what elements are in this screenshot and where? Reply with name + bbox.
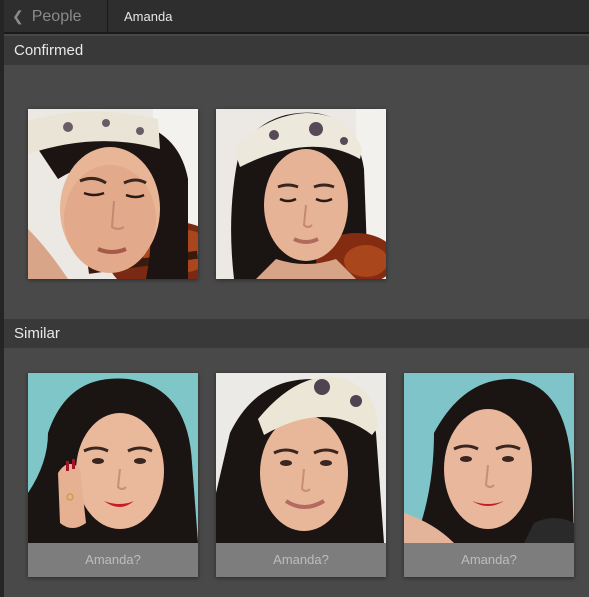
suggested-name-button[interactable]: Amanda? xyxy=(216,543,386,577)
similar-photo-3[interactable]: Amanda? xyxy=(404,373,574,577)
face-thumbnail-image xyxy=(216,109,386,279)
top-bar: ❮ People Amanda xyxy=(4,0,589,34)
suggested-name-button[interactable]: Amanda? xyxy=(28,543,198,577)
section-title-similar: Similar xyxy=(14,325,60,342)
section-header-similar: Similar xyxy=(4,319,589,348)
face-thumbnail-image xyxy=(404,373,574,543)
face-thumbnail-image xyxy=(28,109,198,279)
face-thumbnail-image xyxy=(216,373,386,543)
similar-photo-1[interactable]: Amanda? xyxy=(28,373,198,577)
similar-photo-2[interactable]: Amanda? xyxy=(216,373,386,577)
section-title-confirmed: Confirmed xyxy=(14,42,84,59)
section-header-confirmed: Confirmed xyxy=(4,36,589,65)
back-button[interactable]: ❮ People xyxy=(4,0,108,34)
confirmed-photo-2[interactable] xyxy=(216,109,386,279)
people-view: ❮ People Amanda Confirmed Similar Amanda… xyxy=(0,0,589,597)
breadcrumb-person: Amanda xyxy=(124,9,173,24)
suggested-name-button[interactable]: Amanda? xyxy=(404,543,574,577)
back-label: People xyxy=(31,8,82,25)
chevron-left-icon: ❮ xyxy=(12,7,24,24)
confirmed-photo-1[interactable] xyxy=(28,109,198,279)
face-thumbnail-image xyxy=(28,373,198,543)
